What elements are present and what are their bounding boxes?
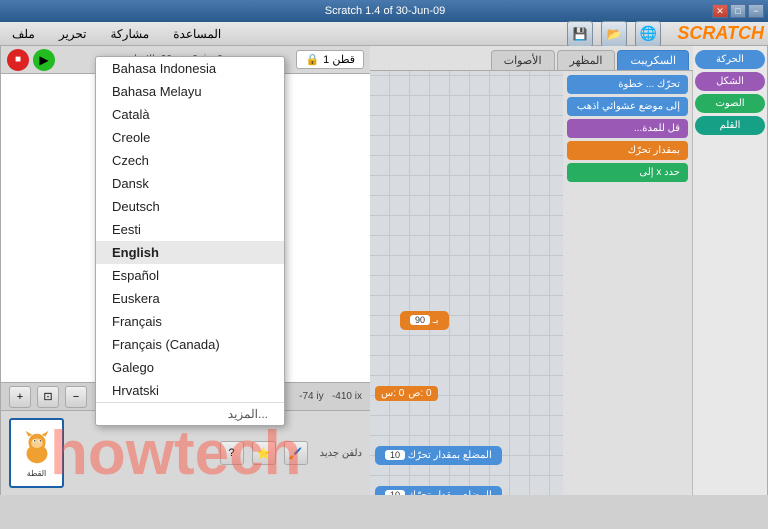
minimize-button[interactable]: − bbox=[748, 4, 764, 18]
script-block-move2[interactable]: المضلع بمقدار تحرّك 10 bbox=[375, 486, 502, 495]
category-pen[interactable]: القلم bbox=[695, 116, 765, 135]
stop-button[interactable]: ■ bbox=[7, 49, 29, 71]
tab-costumes[interactable]: المظهر bbox=[557, 50, 616, 70]
new-sprite-star-button[interactable]: ⭐ bbox=[252, 441, 276, 465]
lang-eesti[interactable]: Eesti bbox=[96, 218, 284, 241]
lang-hrvatski[interactable]: Hrvatski bbox=[96, 379, 284, 402]
middle-area: السكريبت المظهر الأصوات تحرّك ... خطوة إ… bbox=[370, 46, 693, 495]
lang-catala[interactable]: Català bbox=[96, 103, 284, 126]
palette-move[interactable]: تحرّك ... خطوة bbox=[567, 75, 688, 94]
menu-share[interactable]: مشاركة bbox=[103, 25, 158, 43]
menu-bar: SCRATCH 🌐 📂 💾 المساعدة مشاركة تحرير ملف bbox=[0, 22, 768, 46]
lang-francais-canada[interactable]: Français (Canada) bbox=[96, 333, 284, 356]
script-block-counter[interactable]: 0 :ص 0 :س bbox=[375, 386, 438, 401]
lang-creole[interactable]: Creole bbox=[96, 126, 284, 149]
category-panel: الحركة الشكل الصوت القلم bbox=[693, 46, 768, 495]
open-button[interactable]: 📂 bbox=[601, 21, 627, 47]
lang-galego[interactable]: Galego bbox=[96, 356, 284, 379]
lang-dansk[interactable]: Dansk bbox=[96, 172, 284, 195]
sprite-name: قطن 1 bbox=[323, 53, 355, 66]
save-button[interactable]: 💾 bbox=[567, 21, 593, 47]
lang-euskera[interactable]: Euskera bbox=[96, 287, 284, 310]
tab-scripts[interactable]: السكريبت bbox=[617, 50, 689, 70]
script-block-rotate[interactable]: بـ 90 bbox=[400, 311, 449, 330]
script-area[interactable]: بـ 90 0 :ص 0 :س المضلع بمقدار تحرّك 10 ا… bbox=[370, 71, 563, 495]
menu-edit[interactable]: تحرير bbox=[51, 25, 95, 43]
zoom-fit-button[interactable]: ⊡ bbox=[37, 386, 59, 408]
language-button[interactable]: 🌐 bbox=[635, 21, 661, 47]
tab-area: السكريبت المظهر الأصوات bbox=[370, 46, 693, 71]
stage-coords: -74 iy -410 ix bbox=[299, 391, 362, 402]
sprite-thumbnail[interactable]: القطة bbox=[9, 418, 64, 488]
zoom-in-button[interactable]: + bbox=[9, 386, 31, 408]
play-controls: ▶ ■ bbox=[7, 49, 55, 71]
sprite-label: القطة bbox=[27, 469, 47, 478]
zoom-out-button[interactable]: − bbox=[65, 386, 87, 408]
lang-deutsch[interactable]: Deutsch bbox=[96, 195, 284, 218]
title-bar: ✕ □ − Scratch 1.4 of 30-Jun-09 bbox=[0, 0, 768, 22]
maximize-button[interactable]: □ bbox=[730, 4, 746, 18]
close-button[interactable]: ✕ bbox=[712, 4, 728, 18]
category-sound[interactable]: الصوت bbox=[695, 94, 765, 113]
palette-setx[interactable]: حدد x إلى bbox=[567, 163, 688, 182]
lang-francais[interactable]: Français bbox=[96, 310, 284, 333]
lang-more[interactable]: ...المزيد bbox=[96, 402, 284, 425]
lang-czech[interactable]: Czech bbox=[96, 149, 284, 172]
new-sprite-label: دلفن جديد bbox=[320, 448, 362, 459]
stage-bottom-controls: + ⊡ − bbox=[9, 386, 87, 408]
lang-espanol[interactable]: Español bbox=[96, 264, 284, 287]
category-motion[interactable]: الحركة bbox=[695, 50, 765, 69]
title-bar-controls[interactable]: ✕ □ − bbox=[712, 4, 764, 18]
x-coord: -74 iy bbox=[299, 391, 323, 402]
menu-file[interactable]: ملف bbox=[4, 25, 43, 43]
sprite-name-box: قطن 1 🔒 bbox=[296, 50, 364, 69]
tab-sounds[interactable]: الأصوات bbox=[491, 50, 555, 70]
new-sprite-help-button[interactable]: ? bbox=[220, 441, 244, 465]
y-coord: -410 ix bbox=[332, 391, 362, 402]
window-title: Scratch 1.4 of 30-Jun-09 bbox=[58, 5, 712, 17]
script-block-move1[interactable]: المضلع بمقدار تحرّك 10 bbox=[375, 446, 502, 465]
lang-english[interactable]: English bbox=[96, 241, 284, 264]
new-sprite-paint-button[interactable]: 🖌️ bbox=[284, 441, 308, 465]
menu-help[interactable]: المساعدة bbox=[165, 25, 229, 43]
category-looks[interactable]: الشكل bbox=[695, 72, 765, 91]
lang-bahasa-indonesia[interactable]: Bahasa Indonesia bbox=[96, 57, 284, 80]
lang-bahasa-melayu[interactable]: Bahasa Melayu bbox=[96, 80, 284, 103]
blocks-palette: تحرّك ... خطوة إلى موضع عشوائي اذهب قل ل… bbox=[563, 71, 693, 495]
palette-move2[interactable]: بمقدار تحرّك bbox=[567, 141, 688, 160]
palette-say[interactable]: قل للمدة... bbox=[567, 119, 688, 138]
palette-goto[interactable]: إلى موضع عشوائي اذهب bbox=[567, 97, 688, 116]
language-dropdown[interactable]: Bahasa Indonesia Bahasa Melayu Català Cr… bbox=[95, 56, 285, 426]
scratch-logo: SCRATCH bbox=[677, 23, 764, 44]
green-flag-button[interactable]: ▶ bbox=[33, 49, 55, 71]
lock-icon: 🔒 bbox=[305, 53, 319, 66]
